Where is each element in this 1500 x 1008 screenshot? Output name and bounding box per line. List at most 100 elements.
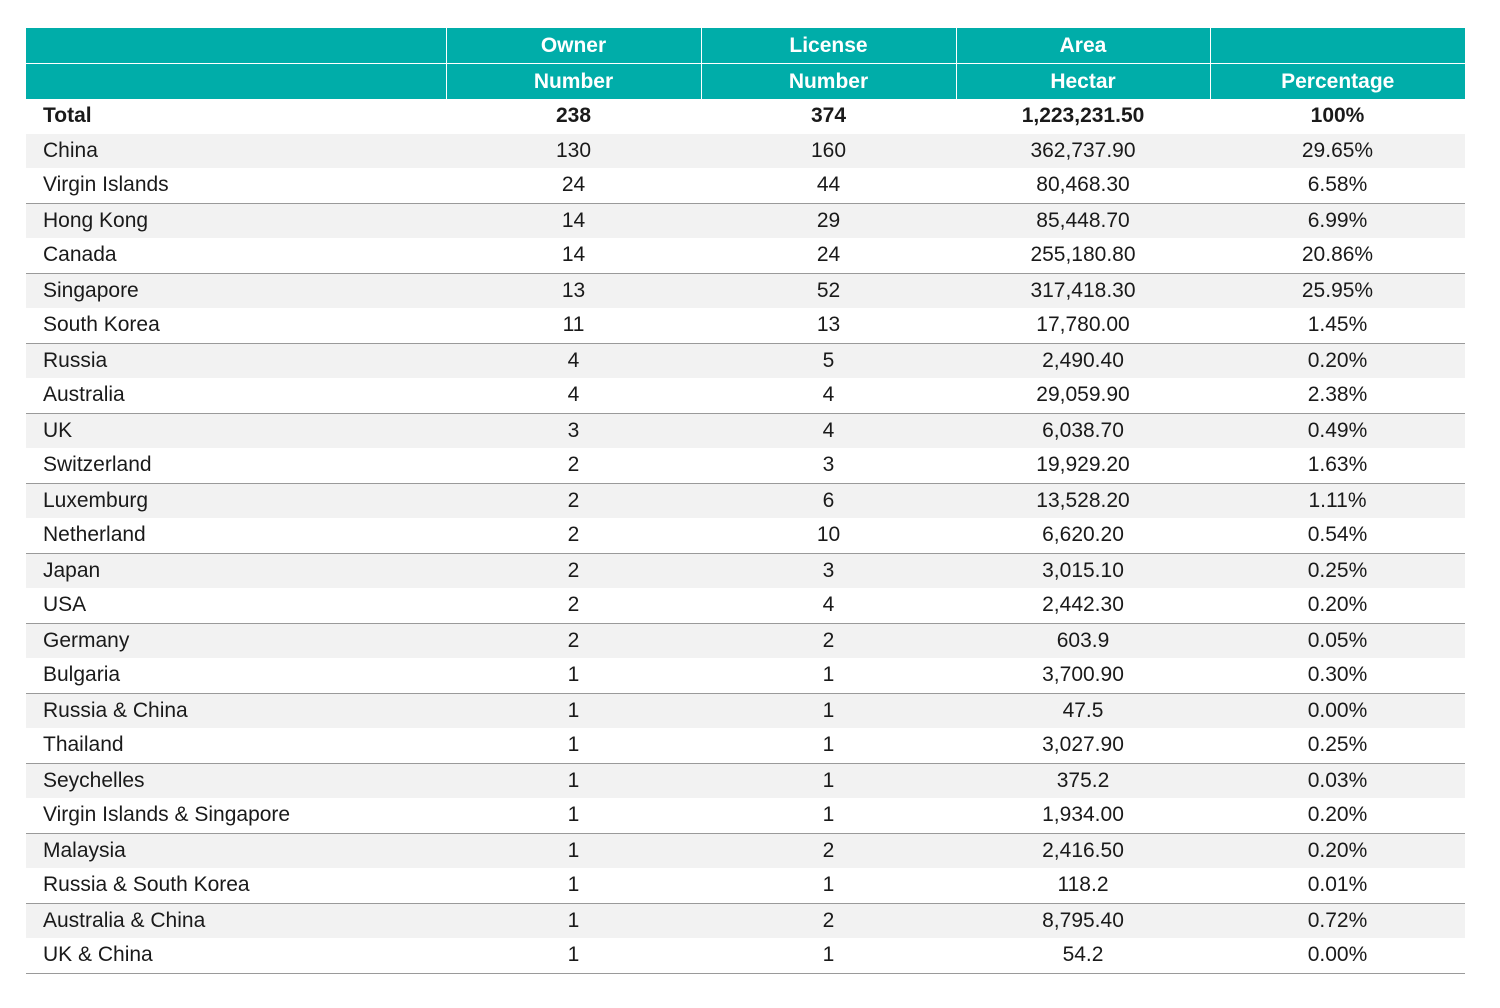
table-body: Total 238 374 1,223,231.50 100% China 130… — [26, 99, 1465, 974]
cell-country: Hong Kong — [26, 203, 446, 238]
header-owner: Owner — [445, 28, 701, 64]
cell-country: South Korea — [26, 308, 446, 344]
header-license: License — [700, 28, 956, 64]
cell-country: Russia & South Korea — [26, 868, 446, 904]
cell-owner: 3 — [446, 413, 701, 448]
header-blank-percentage — [1209, 28, 1465, 64]
table-row: Bulgaria 1 1 3,700.90 0.30% — [26, 658, 1465, 694]
cell-country: Australia — [26, 378, 446, 414]
cell-owner: 2 — [446, 518, 701, 554]
cell-area: 80,468.30 — [956, 168, 1210, 204]
cell-owner: 13 — [446, 273, 701, 308]
table-row: China 130 160 362,737.90 29.65% — [26, 133, 1465, 168]
cell-percentage: 25.95% — [1210, 273, 1465, 308]
cell-country: Luxemburg — [26, 483, 446, 518]
table-row: USA 2 4 2,442.30 0.20% — [26, 588, 1465, 624]
cell-country: Canada — [26, 238, 446, 274]
cell-owner: 130 — [446, 133, 701, 168]
cell-percentage: 0.20% — [1210, 343, 1465, 378]
cell-license: 1 — [701, 693, 956, 728]
ownership-table: Owner License Area Number Number Hectar … — [26, 28, 1465, 974]
cell-license: 29 — [701, 203, 956, 238]
cell-area: 255,180.80 — [956, 238, 1210, 274]
cell-area: 17,780.00 — [956, 308, 1210, 344]
cell-percentage: 1.45% — [1210, 308, 1465, 344]
cell-area: 29,059.90 — [956, 378, 1210, 414]
cell-percentage: 0.20% — [1210, 588, 1465, 624]
cell-area: 19,929.20 — [956, 448, 1210, 484]
header-license-number: Number — [700, 63, 956, 99]
table-row: Russia & South Korea 1 1 118.2 0.01% — [26, 868, 1465, 904]
cell-license: 1 — [701, 763, 956, 798]
cell-owner: 1 — [446, 903, 701, 938]
total-label: Total — [26, 99, 446, 134]
total-license: 374 — [701, 99, 956, 134]
cell-owner: 1 — [446, 938, 701, 974]
cell-area: 3,027.90 — [956, 728, 1210, 764]
header-blank-top — [26, 28, 446, 64]
table-row: UK 3 4 6,038.70 0.49% — [26, 413, 1465, 448]
cell-owner: 4 — [446, 378, 701, 414]
cell-license: 1 — [701, 658, 956, 694]
cell-area: 6,620.20 — [956, 518, 1210, 554]
cell-percentage: 6.99% — [1210, 203, 1465, 238]
cell-country: Virgin Islands & Singapore — [26, 798, 446, 834]
cell-license: 24 — [701, 238, 956, 274]
cell-area: 2,442.30 — [956, 588, 1210, 624]
cell-country: Seychelles — [26, 763, 446, 798]
cell-area: 603.9 — [956, 623, 1210, 658]
cell-owner: 11 — [446, 308, 701, 344]
cell-percentage: 0.01% — [1210, 868, 1465, 904]
cell-percentage: 0.54% — [1210, 518, 1465, 554]
cell-percentage: 29.65% — [1210, 133, 1465, 168]
cell-owner: 2 — [446, 448, 701, 484]
cell-license: 1 — [701, 798, 956, 834]
cell-area: 362,737.90 — [956, 133, 1210, 168]
cell-owner: 14 — [446, 203, 701, 238]
cell-percentage: 0.05% — [1210, 623, 1465, 658]
cell-owner: 1 — [446, 798, 701, 834]
cell-owner: 1 — [446, 658, 701, 694]
header-area-hectar: Hectar — [955, 63, 1210, 99]
cell-country: Germany — [26, 623, 446, 658]
cell-area: 3,015.10 — [956, 553, 1210, 588]
cell-country: Virgin Islands — [26, 168, 446, 204]
cell-country: China — [26, 133, 446, 168]
cell-percentage: 0.03% — [1210, 763, 1465, 798]
cell-license: 52 — [701, 273, 956, 308]
cell-area: 85,448.70 — [956, 203, 1210, 238]
cell-license: 2 — [701, 903, 956, 938]
table-row: Japan 2 3 3,015.10 0.25% — [26, 553, 1465, 588]
cell-license: 2 — [701, 623, 956, 658]
cell-license: 13 — [701, 308, 956, 344]
cell-area: 2,490.40 — [956, 343, 1210, 378]
table-row: Thailand 1 1 3,027.90 0.25% — [26, 728, 1465, 764]
cell-license: 1 — [701, 868, 956, 904]
cell-country: UK — [26, 413, 446, 448]
table-row: Switzerland 2 3 19,929.20 1.63% — [26, 448, 1465, 484]
cell-owner: 2 — [446, 623, 701, 658]
total-percentage: 100% — [1210, 99, 1465, 134]
cell-percentage: 0.25% — [1210, 728, 1465, 764]
table-row: Luxemburg 2 6 13,528.20 1.11% — [26, 483, 1465, 518]
cell-area: 1,934.00 — [956, 798, 1210, 834]
cell-country: Australia & China — [26, 903, 446, 938]
cell-area: 13,528.20 — [956, 483, 1210, 518]
table-row: Canada 14 24 255,180.80 20.86% — [26, 238, 1465, 274]
cell-area: 317,418.30 — [956, 273, 1210, 308]
table-header: Owner License Area Number Number Hectar … — [26, 28, 1465, 99]
table-row: Seychelles 1 1 375.2 0.03% — [26, 763, 1465, 798]
cell-country: Japan — [26, 553, 446, 588]
ownership-table-container: Owner License Area Number Number Hectar … — [26, 28, 1465, 974]
cell-license: 6 — [701, 483, 956, 518]
cell-country: Russia — [26, 343, 446, 378]
cell-owner: 1 — [446, 833, 701, 868]
cell-percentage: 2.38% — [1210, 378, 1465, 414]
table-row: Russia 4 5 2,490.40 0.20% — [26, 343, 1465, 378]
cell-license: 3 — [701, 448, 956, 484]
cell-area: 3,700.90 — [956, 658, 1210, 694]
header-row-bottom: Number Number Hectar Percentage — [26, 63, 1465, 99]
cell-owner: 14 — [446, 238, 701, 274]
table-row: South Korea 11 13 17,780.00 1.45% — [26, 308, 1465, 344]
cell-license: 5 — [701, 343, 956, 378]
